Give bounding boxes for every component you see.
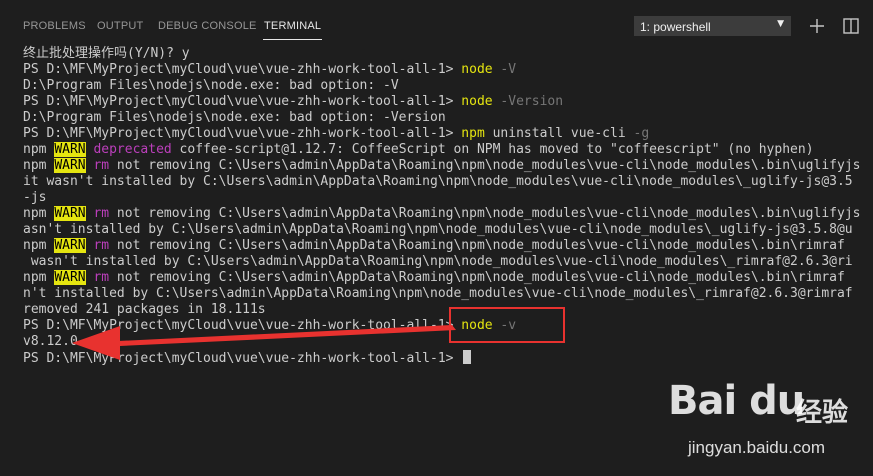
baidu-jingyan-watermark: Bai du 经验 jingyan.baidu.com [668, 378, 873, 476]
watermark-url: jingyan.baidu.com [688, 438, 826, 457]
watermark-cn: 经验 [796, 398, 849, 428]
watermark-logo: Bai du [668, 378, 805, 424]
